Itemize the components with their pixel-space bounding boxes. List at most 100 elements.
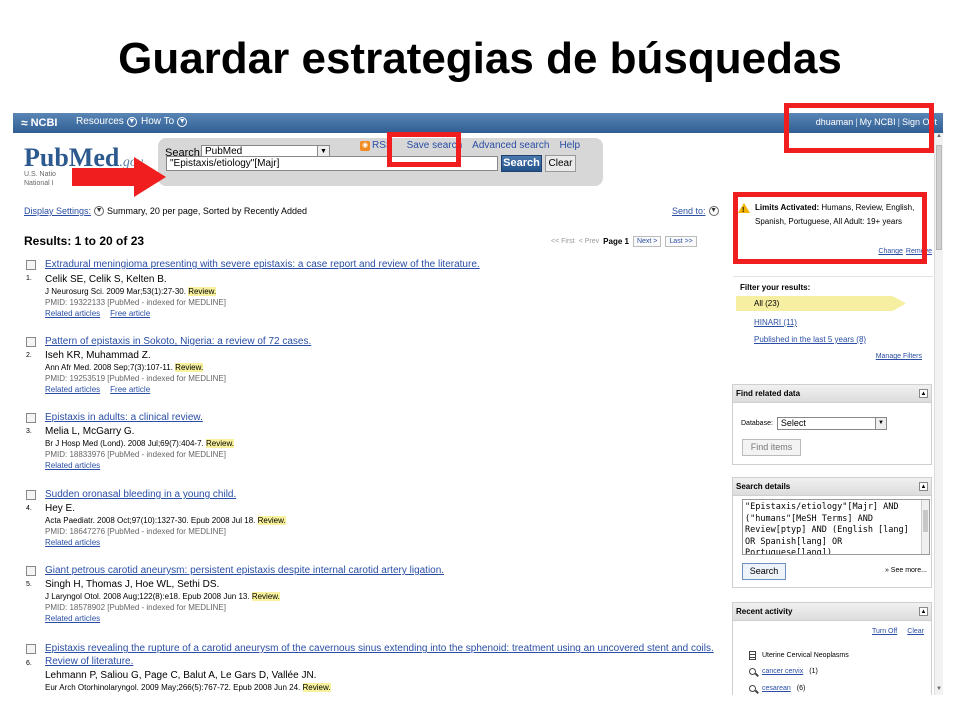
ncbi-logo[interactable]: ≈ NCBI [21, 116, 57, 130]
database-label: Database: [741, 420, 773, 427]
recent-item[interactable]: cancer cervix (1) [749, 668, 818, 675]
document-icon [749, 651, 756, 660]
related-database-select[interactable]: Select ▼ [776, 417, 887, 430]
result-checkbox[interactable] [26, 260, 36, 270]
panel-header: Recent activity ▲ [733, 603, 931, 621]
recent-item-count: (6) [796, 685, 806, 692]
scroll-up-icon[interactable]: ▲ [935, 133, 943, 142]
how-to-menu-label: How To [141, 116, 175, 127]
clear-recent-link[interactable]: Clear [907, 628, 924, 635]
result-journal-text: Acta Paediatr. 2008 Oct;97(10):1327-30. … [45, 516, 256, 525]
details-search-button[interactable]: Search [742, 563, 786, 580]
scrollbar-thumb[interactable] [923, 510, 928, 532]
collapse-icon[interactable]: ▲ [919, 482, 928, 491]
recent-item-text: Uterine Cervical Neoplasms [762, 652, 849, 659]
result-journal: Ann Afr Med. 2008 Sep;7(3):107-11. Revie… [45, 363, 204, 372]
details-scrollbar[interactable] [921, 500, 929, 554]
send-to-link[interactable]: Send to: [672, 206, 706, 216]
result-number: 2. [26, 352, 32, 359]
result-checkbox[interactable] [26, 337, 36, 347]
result-title-link[interactable]: Pattern of epistaxis in Sokoto, Nigeria:… [45, 335, 725, 348]
review-badge: Review. [175, 363, 204, 372]
slide-title: Guardar estrategias de búsquedas [118, 34, 842, 83]
pager-last[interactable]: Last >> [665, 236, 697, 247]
find-items-button[interactable]: Find items [742, 439, 801, 456]
logo-subtitle-line-2: National I [24, 180, 54, 187]
result-links: Related articles [45, 614, 100, 623]
review-badge: Review. [302, 683, 331, 692]
resources-menu[interactable]: Resources ▼ [76, 116, 137, 127]
filter-title: Filter your results: [740, 283, 811, 292]
recent-item[interactable]: Uterine Cervical Neoplasms [749, 651, 849, 660]
filter-hinari[interactable]: HINARI (11) [754, 318, 797, 327]
free-article-link[interactable]: Free article [110, 309, 150, 318]
search-icon [749, 668, 756, 675]
result-journal-text: Eur Arch Otorhinolaryngol. 2009 May;266(… [45, 683, 301, 692]
how-to-menu[interactable]: How To ▼ [141, 116, 188, 127]
pubmed-logo-subtitle: U.S. Natio National I [24, 170, 56, 188]
recent-item-text[interactable]: cancer cervix [762, 668, 803, 675]
send-to[interactable]: Send to: ▼ [672, 206, 719, 216]
red-arrow-icon [72, 157, 166, 197]
review-badge: Review. [257, 516, 286, 525]
display-settings-link[interactable]: Display Settings: [24, 206, 91, 216]
save-search-highlight [387, 132, 461, 167]
recent-item-text[interactable]: cesarean [762, 685, 791, 692]
related-articles-link[interactable]: Related articles [45, 461, 100, 470]
pager-first: << First [551, 238, 575, 245]
clear-button[interactable]: Clear [545, 155, 576, 172]
collapse-icon[interactable]: ▲ [919, 607, 928, 616]
turn-off-link[interactable]: Turn Off [872, 628, 897, 635]
result-links: Related articles Free article [45, 385, 150, 394]
result-journal: J Laryngol Otol. 2008 Aug;122(8):e18. Ep… [45, 592, 280, 601]
collapse-icon[interactable]: ▲ [919, 389, 928, 398]
display-settings: Display Settings: ▼ Summary, 20 per page… [24, 206, 307, 216]
advanced-search-link[interactable]: Advanced search [472, 140, 549, 151]
help-link[interactable]: Help [559, 140, 580, 151]
result-checkbox[interactable] [26, 490, 36, 500]
related-articles-link[interactable]: Related articles [45, 614, 100, 623]
result-title-link[interactable]: Extradural meningioma presenting with se… [45, 258, 725, 271]
review-badge: Review. [188, 287, 217, 296]
related-articles-link[interactable]: Related articles [45, 309, 100, 318]
scroll-down-icon[interactable]: ▼ [935, 686, 943, 695]
manage-filters-link[interactable]: Manage Filters [876, 353, 922, 360]
free-article-link[interactable]: Free article [110, 385, 150, 394]
pager-current: Page 1 [603, 237, 629, 246]
result-authors: Melia L, McGarry G. [45, 426, 135, 437]
filter-last-5-years[interactable]: Published in the last 5 years (8) [754, 335, 866, 344]
result-checkbox[interactable] [26, 644, 36, 654]
result-journal: J Neurosurg Sci. 2009 Mar;53(1):27-30. R… [45, 287, 217, 296]
search-button[interactable]: Search [501, 155, 542, 172]
pager-next[interactable]: Next > [632, 236, 662, 247]
limits-highlight [733, 192, 927, 264]
ncbi-logo-icon: ≈ [21, 116, 28, 130]
result-checkbox[interactable] [26, 566, 36, 576]
result-title-link[interactable]: Epistaxis revealing the rupture of a car… [45, 642, 725, 668]
result-journal-text: J Laryngol Otol. 2008 Aug;122(8):e18. Ep… [45, 592, 250, 601]
resources-menu-label: Resources [76, 116, 124, 127]
display-settings-text: Summary, 20 per page, Sorted by Recently… [107, 206, 307, 216]
result-links: Related articles Free article [45, 309, 150, 318]
filter-all[interactable]: All (23) [736, 296, 906, 311]
see-more-link[interactable]: » See more... [885, 567, 927, 574]
page-scrollbar[interactable]: ▲ ▼ [934, 133, 943, 695]
result-title-link[interactable]: Sudden oronasal bleeding in a young chil… [45, 488, 725, 501]
related-articles-link[interactable]: Related articles [45, 385, 100, 394]
chevron-down-icon[interactable]: ▼ [94, 206, 105, 216]
search-details-text[interactable]: "Epistaxis/etiology"[Majr] AND ("humans"… [742, 499, 930, 555]
review-badge: Review. [205, 439, 234, 448]
related-database-value: Select [780, 418, 806, 428]
scrollbar-thumb[interactable] [936, 145, 942, 250]
result-title-link[interactable]: Epistaxis in adults: a clinical review. [45, 411, 725, 424]
result-authors: Celik SE, Celik S, Kelten B. [45, 274, 167, 285]
result-number: 6. [26, 660, 32, 667]
result-authors: Singh H, Thomas J, Hoe WL, Sethi DS. [45, 579, 220, 590]
recent-item[interactable]: cesarean (6) [749, 685, 805, 692]
result-pmid: PMID: 18578902 [PubMed - indexed for MED… [45, 603, 226, 612]
chevron-down-icon[interactable]: ▼ [708, 206, 719, 216]
result-links: Related articles [45, 461, 100, 470]
result-checkbox[interactable] [26, 413, 36, 423]
result-title-link[interactable]: Giant petrous carotid aneurysm: persiste… [45, 564, 725, 577]
related-articles-link[interactable]: Related articles [45, 538, 100, 547]
